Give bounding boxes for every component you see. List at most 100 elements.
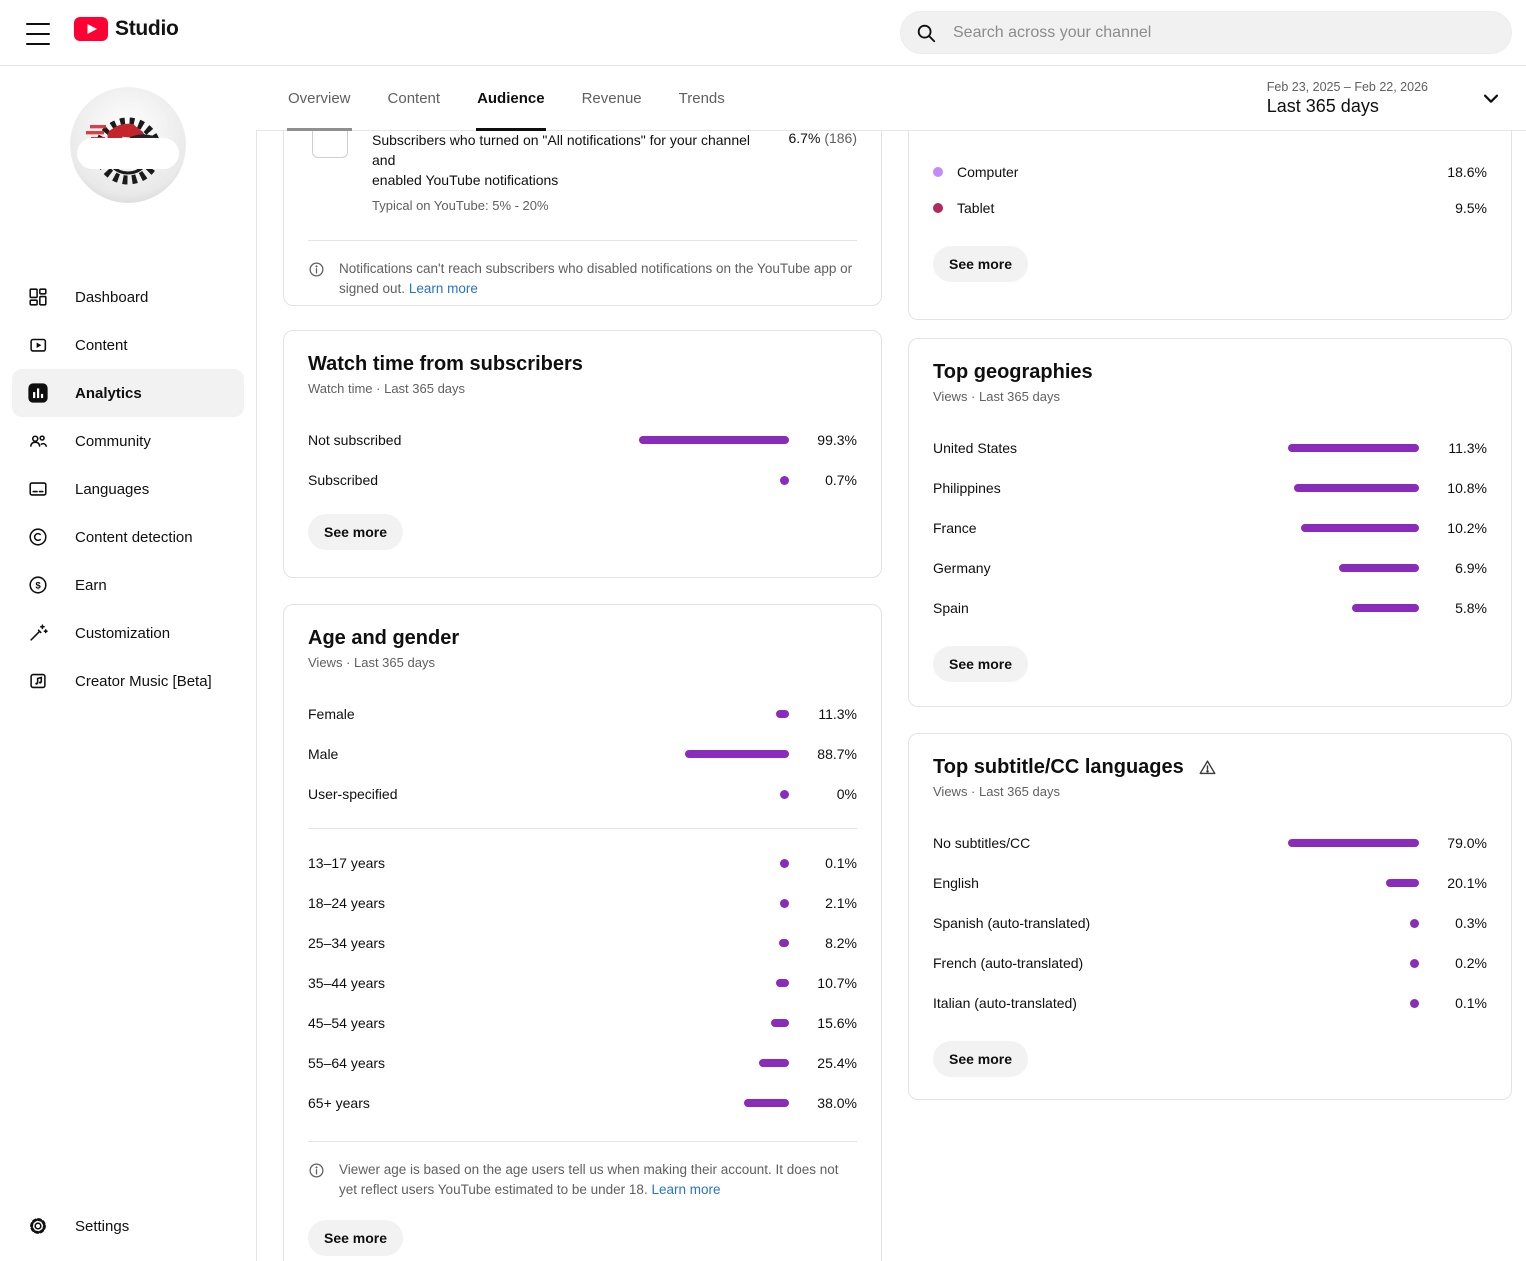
stat-bar [780,899,789,908]
stat-label: France [933,520,1288,536]
legend-value: 9.5% [1433,200,1487,216]
sidebar: Dashboard Content Analytics Community [0,65,257,1261]
sidebar-item-community[interactable]: Community [0,417,256,465]
stat-row: Male 88.7% [308,734,857,774]
stat-row: Italian (auto-translated) 0.1% [933,983,1487,1023]
stat-value: 6.9% [1433,560,1487,576]
stat-label: 25–34 years [308,935,685,951]
channel-avatar[interactable] [70,87,186,203]
sidebar-nav: Dashboard Content Analytics Community [0,273,256,705]
stat-label: Germany [933,560,1288,576]
sidebar-item-creator-music[interactable]: Creator Music [Beta] [0,657,256,705]
stat-bar [1301,524,1419,532]
stat-value: 20.1% [1433,875,1487,891]
stat-value: 0.2% [1433,955,1487,971]
see-more-button[interactable]: See more [933,246,1028,282]
chevron-down-icon [1480,87,1502,109]
sidebar-item-label: Customization [75,625,170,642]
stat-row: United States 11.3% [933,428,1487,468]
tab-revenue[interactable]: Revenue [581,65,643,131]
tab-overview[interactable]: Overview [287,65,352,131]
sidebar-item-earn[interactable]: $ Earn [0,561,256,609]
card-title: Top subtitle/CC languages [933,756,1487,779]
stat-row: English 20.1% [933,863,1487,903]
analytics-tabs-bar: Overview Content Audience Revenue Trends… [256,65,1526,131]
search-bar[interactable] [900,11,1512,54]
search-input[interactable] [951,23,1501,43]
learn-more-link[interactable]: Learn more [409,281,478,296]
stat-row: Subscribed 0.7% [308,460,857,500]
stat-bar [1339,564,1419,572]
age-info: Viewer age is based on the age users tel… [308,1160,857,1200]
see-more-button[interactable]: See more [308,514,403,550]
stat-row: 65+ years 38.0% [308,1083,857,1123]
community-icon [26,429,50,453]
stat-row: Not subscribed 99.3% [308,420,857,460]
sidebar-item-label: Languages [75,481,149,498]
stat-value: 10.7% [803,975,857,991]
notifications-card: Subscribers who turned on "All notificat… [283,131,882,306]
legend-label: Tablet [957,200,1419,216]
top-bar: Studio [0,0,1526,66]
stat-row: 18–24 years 2.1% [308,883,857,923]
stat-label: French (auto-translated) [933,955,1288,971]
stat-value: 88.7% [803,746,857,762]
notifications-desc-line1: Subscribers who turned on "All notificat… [372,131,773,170]
stat-value: 15.6% [803,1015,857,1031]
sidebar-item-analytics[interactable]: Analytics [12,369,244,417]
sidebar-item-languages[interactable]: Languages [0,465,256,513]
subtitles-card: Top subtitle/CC languages Views · Last 3… [908,733,1512,1100]
content-icon [26,333,50,357]
sidebar-item-label: Community [75,433,151,450]
subtitles-chart: No subtitles/CC 79.0% English 20.1% Span… [933,823,1487,1023]
stat-label: Philippines [933,480,1288,496]
youtube-studio-logo[interactable]: Studio [74,17,179,41]
sidebar-item-dashboard[interactable]: Dashboard [0,273,256,321]
tab-audience[interactable]: Audience [476,65,546,131]
notifications-value: 6.7% (186) [789,131,858,146]
tab-trends[interactable]: Trends [678,65,726,131]
stat-row: Female 11.3% [308,694,857,734]
see-more-button[interactable]: See more [308,1220,403,1256]
stat-bar [780,790,789,799]
legend-value: 18.6% [1433,164,1487,180]
sidebar-item-content[interactable]: Content [0,321,256,369]
sidebar-item-label: Dashboard [75,289,148,306]
analytics-content[interactable]: Subscribers who turned on "All notificat… [256,131,1526,1261]
stat-label: Male [308,746,685,762]
stat-bar [1288,444,1419,452]
studio-wordmark: Studio [115,17,179,41]
stat-label: Female [308,706,685,722]
stat-bar [771,1019,789,1027]
geographies-card: Top geographies Views · Last 365 days Un… [908,338,1512,707]
stat-row: French (auto-translated) 0.2% [933,943,1487,983]
see-more-button[interactable]: See more [933,646,1028,682]
see-more-button[interactable]: See more [933,1041,1028,1077]
stat-bar [685,750,789,758]
menu-icon[interactable] [26,21,50,47]
stat-label: 35–44 years [308,975,685,991]
sidebar-item-settings[interactable]: Settings [0,1202,256,1250]
learn-more-link[interactable]: Learn more [651,1182,720,1197]
stat-row: 55–64 years 25.4% [308,1043,857,1083]
stat-row: User-specified 0% [308,774,857,814]
analytics-icon [26,381,50,405]
sidebar-item-customization[interactable]: Customization [0,609,256,657]
stat-row: Spanish (auto-translated) 0.3% [933,903,1487,943]
stat-value: 5.8% [1433,600,1487,616]
music-note-icon [26,669,50,693]
date-range-picker[interactable]: Feb 23, 2025 – Feb 22, 2026 Last 365 day… [1267,65,1502,131]
sidebar-item-content-detection[interactable]: Content detection [0,513,256,561]
stat-value: 0.1% [803,855,857,871]
card-title: Watch time from subscribers [308,353,857,376]
languages-icon [26,477,50,501]
stat-bar [1410,959,1419,968]
legend-row: Tablet 9.5% [933,190,1487,226]
stat-bar [776,979,789,987]
sidebar-item-label: Settings [75,1218,129,1235]
geographies-chart: United States 11.3% Philippines 10.8% Fr… [933,428,1487,628]
notifications-info: Notifications can't reach subscribers wh… [308,259,857,299]
card-subtitle: Views · Last 365 days [308,655,857,670]
tab-content[interactable]: Content [387,65,442,131]
devices-card: Computer 18.6% Tablet 9.5% See more [908,131,1512,320]
